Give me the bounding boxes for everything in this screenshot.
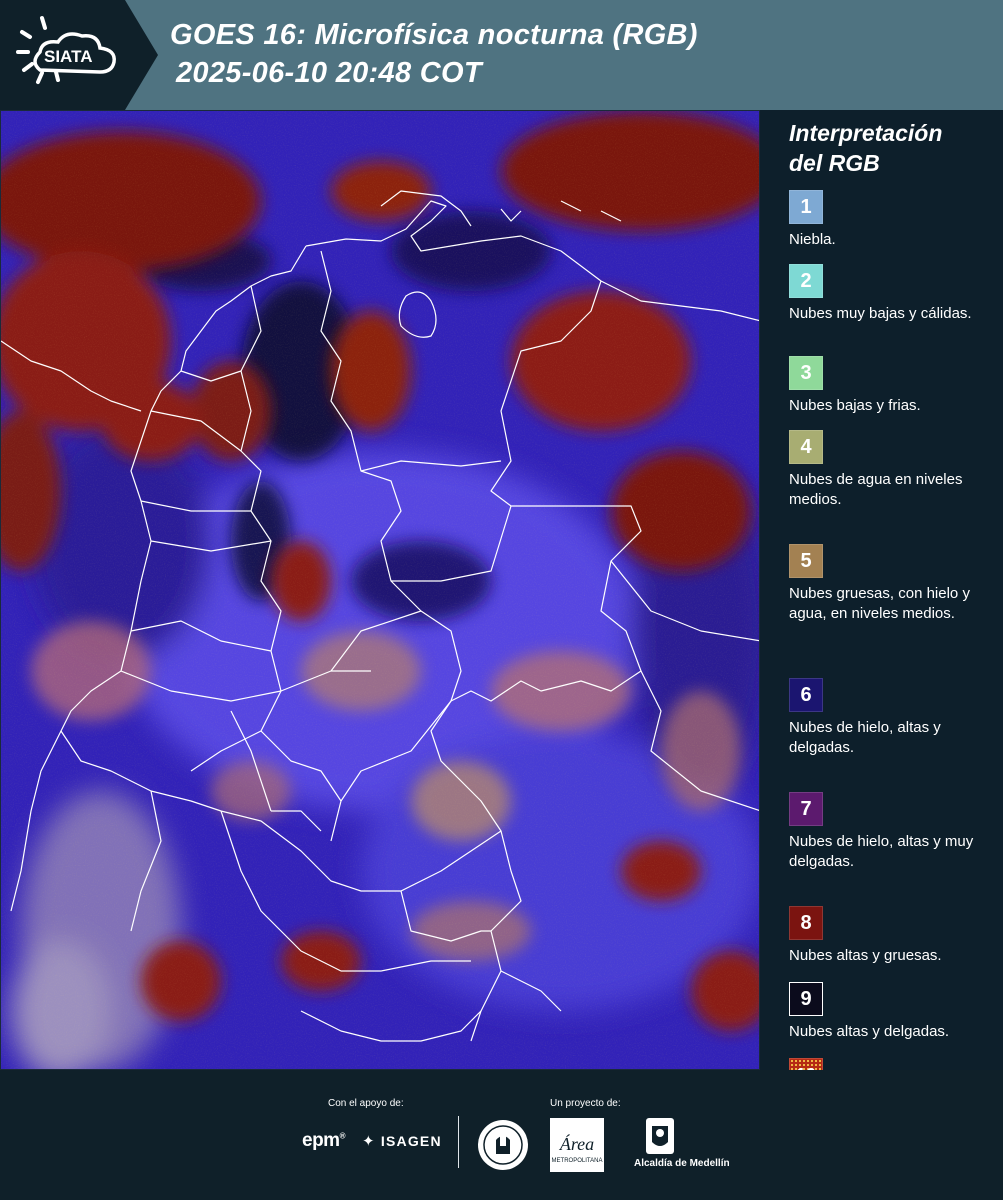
legend-item-5: 5 Nubes gruesas, con hielo y agua, en niv…	[789, 544, 995, 624]
legend-swatch: 4	[789, 430, 823, 464]
epm-logo: epm®	[302, 1130, 346, 1151]
legend-label: Nubes muy bajas y cálidas.	[789, 305, 972, 322]
alcaldia-label: Alcaldía de Medellín	[634, 1158, 730, 1169]
legend-label: Nubes de hielo, altas y delgadas.	[789, 719, 941, 756]
isagen-icon: ✦	[362, 1133, 376, 1150]
siata-logo: SIATA	[0, 0, 160, 110]
project-label: Un proyecto de:	[550, 1098, 621, 1109]
legend-item-4: 4 Nubes de agua en niveles medios.	[789, 430, 995, 510]
area-metropolitana-logo: Área METROPOLITANA	[550, 1118, 604, 1172]
area-logo-text: Área	[559, 1133, 594, 1154]
legend-swatch: 5	[789, 544, 823, 578]
rgb-legend: Interpretación del RGB 1 Niebla. 2 Nubes mu…	[775, 118, 995, 1138]
title-timestamp: 2025-06-10 20:48 COT	[176, 57, 482, 89]
legend-swatch: 3	[789, 356, 823, 390]
page-title: GOES 16: Microfísica nocturna (RGB) 2025…	[170, 16, 698, 92]
footer-bar: Con el apoyo de: Un proyecto de: epm® ✦ …	[0, 1070, 1003, 1200]
legend-swatch: 8	[789, 906, 823, 940]
footer-divider	[458, 1116, 459, 1168]
title-product: GOES 16: Microfísica nocturna (RGB)	[170, 19, 698, 51]
medellin-seal-logo	[478, 1120, 528, 1170]
legend-label: Nubes de hielo, altas y muy delgadas.	[789, 833, 974, 870]
legend-label: Nubes bajas y frias.	[789, 397, 921, 414]
header-bar: SIATA GOES 16: Microfísica nocturna (RGB…	[0, 0, 1003, 110]
legend-title: Interpretación del RGB	[789, 120, 943, 176]
legend-swatch: 1	[789, 190, 823, 224]
legend-item-1: 1 Niebla.	[789, 190, 995, 250]
legend-swatch: 7	[789, 792, 823, 826]
satellite-map[interactable]	[0, 110, 760, 1070]
legend-swatch: 6	[789, 678, 823, 712]
legend-item-7: 7 Nubes de hielo, altas y muy delgadas.	[789, 792, 995, 872]
legend-item-9: 9 Nubes altas y delgadas.	[789, 982, 995, 1042]
area-logo-subtext: METROPOLITANA	[552, 1158, 603, 1164]
legend-label: Nubes altas y gruesas.	[789, 947, 942, 964]
legend-label: Niebla.	[789, 231, 836, 248]
siata-logo-text: SIATA	[44, 47, 92, 66]
support-label: Con el apoyo de:	[328, 1098, 404, 1109]
alcaldia-shield-logo	[646, 1118, 674, 1154]
legend-label: Nubes altas y delgadas.	[789, 1023, 950, 1040]
legend-swatch: 9	[789, 982, 823, 1016]
legend-item-6: 6 Nubes de hielo, altas y delgadas.	[789, 678, 995, 758]
isagen-logo: ✦ ISAGEN	[362, 1133, 442, 1150]
legend-label: Nubes de agua en niveles medios.	[789, 471, 963, 508]
legend-item-2: 2 Nubes muy bajas y cálidas.	[789, 264, 995, 324]
legend-items: 1 Niebla. 2 Nubes muy bajas y cálidas. 3 Nube…	[775, 190, 995, 1138]
legend-item-3: 3 Nubes bajas y frias.	[789, 356, 995, 416]
legend-swatch: 2	[789, 264, 823, 298]
satellite-image	[1, 111, 759, 1069]
legend-label: Nubes gruesas, con hielo y agua, en nive…	[789, 585, 970, 622]
legend-item-8: 8 Nubes altas y gruesas.	[789, 906, 995, 966]
